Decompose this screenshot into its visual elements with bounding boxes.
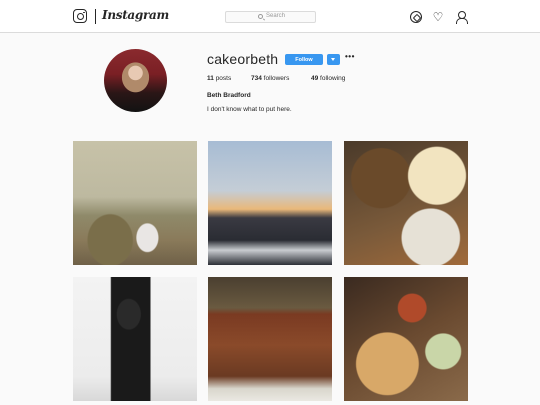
compass-icon[interactable]: [410, 11, 422, 23]
post-thumbnail-4[interactable]: [73, 277, 197, 401]
post-thumbnail-3[interactable]: [344, 141, 468, 265]
followers-count[interactable]: 734 followers: [251, 75, 311, 82]
post-thumbnail-1[interactable]: [73, 141, 197, 265]
profile-username: cakeorbeth: [207, 51, 279, 67]
top-nav-bar: Instagram Search ♡: [0, 0, 540, 33]
user-icon[interactable]: [455, 11, 468, 24]
profile-bio: I don't know what to put here.: [207, 106, 292, 113]
instagram-logo-icon[interactable]: [73, 9, 87, 23]
post-thumbnail-6[interactable]: [344, 277, 468, 401]
chevron-down-icon: [331, 58, 335, 61]
profile-full-name: Beth Bradford: [207, 92, 251, 99]
profile-stats: 11 posts 734 followers 49 following: [207, 75, 345, 82]
logo-divider: [95, 9, 96, 24]
posts-count: 11 posts: [207, 75, 232, 82]
post-thumbnail-2[interactable]: [208, 141, 332, 265]
heart-icon[interactable]: ♡: [432, 11, 444, 23]
more-options-icon[interactable]: •••: [345, 52, 355, 61]
following-count[interactable]: 49 following: [311, 75, 345, 82]
suggestions-dropdown-button[interactable]: [327, 54, 340, 65]
search-input[interactable]: Search: [225, 11, 316, 23]
search-placeholder: Search: [266, 13, 286, 19]
profile-avatar[interactable]: [104, 49, 167, 112]
search-icon: [258, 14, 263, 19]
instagram-wordmark[interactable]: Instagram: [102, 8, 169, 22]
post-thumbnail-5[interactable]: [208, 277, 332, 401]
follow-button[interactable]: Follow: [285, 54, 323, 65]
